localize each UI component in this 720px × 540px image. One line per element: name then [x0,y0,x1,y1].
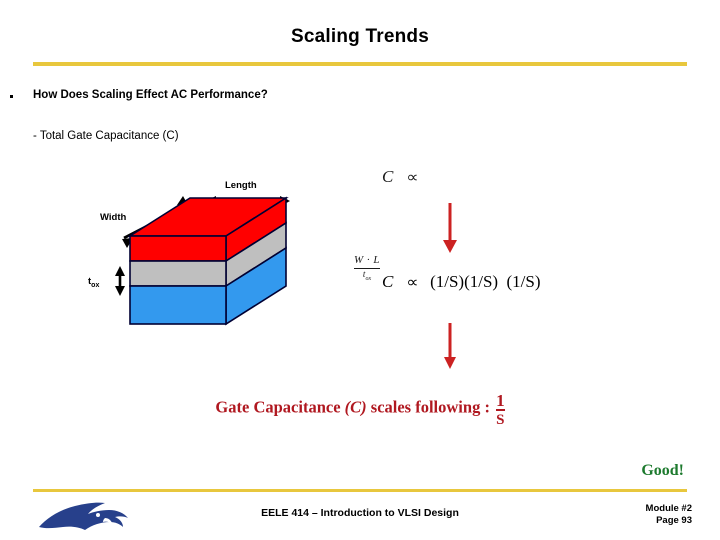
equation-1: C ∝ [382,167,419,187]
layer-red-front [129,235,227,262]
equation-2-denominator: (1/S) [506,271,541,291]
good-label: Good! [641,462,684,479]
equation-1-proportional-icon: ∝ [406,170,419,186]
conclusion-part-1: Gate Capacitance [215,397,345,417]
bullet-row: How Does Scaling Effect AC Performance? [10,89,510,107]
conclusion-part-2: scales following : [366,397,495,417]
equation-2-proportional-icon: ∝ [406,274,419,291]
bullet-marker-icon [10,95,13,98]
formula-denominator-sub: ox [365,275,372,282]
tox-label: tox [88,276,99,289]
formula-numerator: W · L [354,254,381,266]
footer-course-label: EELE 414 – Introduction to VLSI Design [261,507,459,519]
down-arrow-icon-1 [443,203,457,253]
footer-page-info: Module #2 Page 93 [646,503,692,527]
length-label: Length [225,180,257,191]
slide-canvas: Scaling Trends How Does Scaling Effect A… [0,0,720,540]
equation-2-numerator: (1/S)(1/S) [430,271,499,291]
footer-module: Module #2 [645,503,692,514]
equation-2-lhs: C [382,272,394,291]
layer-gray-front [129,260,227,287]
conclusion-italic-c: (C) [344,397,367,417]
sub-bullet-text: - Total Gate Capacitance (C) [33,130,179,142]
formula-wl-over-tox: W · L tox [354,254,381,282]
conclusion-text: Gate Capacitance (C) scales following : … [0,390,720,429]
capacitor-3d-svg [115,196,290,326]
formula-denominator: tox [354,269,380,282]
conclusion-fraction-numerator: 1 [496,391,505,411]
conclusion-fraction-denominator: S [496,412,505,428]
layer-blue-front [129,285,227,325]
footer-divider [33,489,687,492]
width-label: Width [100,212,127,223]
gate-capacitor-diagram: Length Width tox [70,170,370,340]
down-arrow-icon-2 [444,323,456,369]
title-divider [33,62,687,66]
tox-dimension-arrow [115,266,125,296]
page-title: Scaling Trends [291,26,429,47]
bullet-text: How Does Scaling Effect AC Performance? [33,89,268,101]
formula-fraction-bar [354,267,381,269]
footer-page: Page 93 [656,514,692,526]
equation-2: C ∝ (1/S)(1/S) (1/S) [382,272,543,292]
tox-label-sub: ox [91,281,100,289]
equation-2-fraction: (1/S)(1/S) (1/S) [428,271,542,292]
equation-1-lhs: C [382,167,394,186]
conclusion-fraction: 1S [496,392,505,429]
